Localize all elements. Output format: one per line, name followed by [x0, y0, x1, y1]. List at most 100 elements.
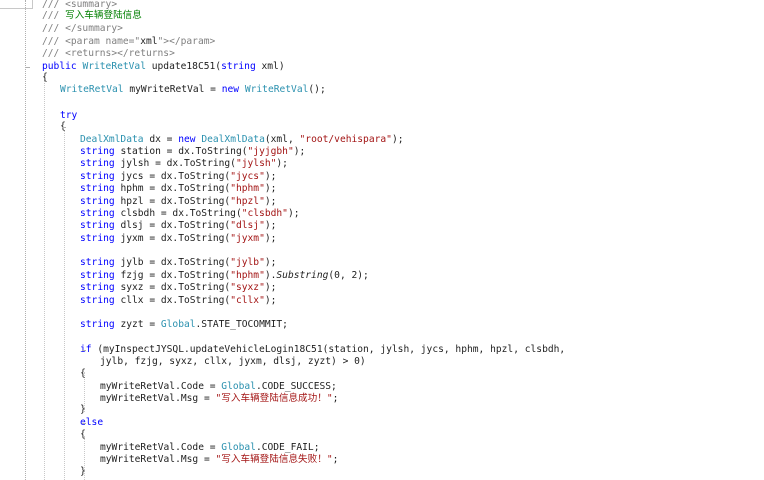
- code-line[interactable]: /// <param name="xml"></param>: [42, 36, 215, 48]
- code-line[interactable]: string jyxm = dx.ToString("jyxm");: [80, 233, 276, 245]
- code-token: myWriteRetVal.Code =: [100, 381, 222, 392]
- code-token: Global: [221, 442, 256, 453]
- code-token: myWriteRetVal.Msg =: [100, 454, 216, 465]
- code-token: "hphm": [230, 270, 265, 281]
- code-line[interactable]: string cllx = dx.ToString("cllx");: [80, 295, 276, 307]
- code-line[interactable]: /// <returns></returns>: [42, 48, 175, 60]
- code-line[interactable]: WriteRetVal myWriteRetVal = new WriteRet…: [60, 84, 326, 96]
- code-token: ///: [42, 10, 66, 21]
- code-editor[interactable]: /// <summary>/// 写入车辆登陆信息/// </summary> /…: [0, 0, 764, 480]
- code-token: clsbdh = dx.ToString(: [120, 208, 242, 219]
- code-line[interactable]: myWriteRetVal.Code = Global.CODE_FAIL;: [100, 442, 320, 454]
- code-line[interactable]: string zyzt = Global.STATE_TOCOMMIT;: [80, 319, 288, 331]
- code-line[interactable]: string dlsj = dx.ToString("dlsj");: [80, 220, 276, 232]
- code-token: .STATE_TOCOMMIT;: [195, 319, 288, 330]
- code-token: cllx = dx.ToString(: [120, 295, 231, 306]
- code-token: );: [293, 146, 306, 157]
- code-line[interactable]: {: [80, 429, 86, 441]
- code-token: myWriteRetVal.Msg =: [100, 393, 216, 404]
- code-token: WriteRetVal: [244, 84, 309, 95]
- code-line[interactable]: string syxz = dx.ToString("syxz");: [80, 282, 276, 294]
- code-token: ();: [308, 84, 326, 95]
- code-token: (myInspectJYSQL.updateVehicleLogin18C51(…: [97, 344, 566, 355]
- editor-gutter: [0, 0, 24, 480]
- code-token: (0, 2);: [328, 270, 369, 281]
- code-token: Global: [221, 381, 256, 392]
- code-token: {: [42, 72, 48, 83]
- code-token: Substring: [276, 270, 329, 281]
- code-line[interactable]: string jylsh = dx.ToString("jylsh");: [80, 158, 288, 170]
- code-token: WriteRetVal: [60, 84, 130, 95]
- code-line[interactable]: string jycs = dx.ToString("jycs");: [80, 171, 276, 183]
- code-token: string: [80, 171, 121, 182]
- code-token: {: [80, 429, 86, 440]
- code-token: 写入车辆登陆信息: [65, 10, 142, 21]
- code-token: DealXmlData: [80, 134, 150, 145]
- code-line[interactable]: string jylb = dx.ToString("jylb");: [80, 257, 276, 269]
- code-token: "></param>: [157, 36, 216, 47]
- code-token: dlsj = dx.ToString(: [120, 220, 231, 231]
- code-token: "jylb": [230, 257, 265, 268]
- code-token: );: [264, 233, 277, 244]
- code-token: ;: [332, 393, 339, 404]
- code-line[interactable]: {: [42, 72, 48, 84]
- code-token: WriteRetVal: [82, 61, 152, 72]
- code-token: );: [391, 134, 404, 145]
- code-token: jycs = dx.ToString(: [120, 171, 231, 182]
- code-token: "dlsj": [230, 220, 265, 231]
- code-token: string: [80, 158, 121, 169]
- code-token: "root/vehispara": [299, 134, 392, 145]
- code-token: "hpzl": [230, 196, 265, 207]
- code-line[interactable]: myWriteRetVal.Msg = "写入车辆登陆信息成功！";: [100, 393, 338, 405]
- code-token: new: [178, 134, 202, 145]
- code-token: zyzt =: [120, 319, 161, 330]
- code-token: string: [80, 146, 121, 157]
- code-token: ;: [332, 454, 339, 465]
- code-token: }: [80, 466, 86, 477]
- code-token: public: [42, 61, 83, 72]
- code-line[interactable]: if (myInspectJYSQL.updateVehicleLogin18C…: [80, 344, 565, 356]
- code-line[interactable]: string hpzl = dx.ToString("hpzl");: [80, 196, 276, 208]
- code-line[interactable]: }: [80, 404, 86, 416]
- code-line[interactable]: DealXmlData dx = new DealXmlData(xml, "r…: [80, 134, 404, 146]
- code-token: "jyjgbh": [247, 146, 294, 157]
- code-line[interactable]: /// </summary>: [42, 23, 123, 35]
- code-token: xml): [261, 61, 285, 72]
- code-line[interactable]: string hphm = dx.ToString("hphm");: [80, 183, 276, 195]
- fold-marker[interactable]: [82, 423, 86, 425]
- code-line[interactable]: {: [80, 368, 86, 380]
- code-line[interactable]: myWriteRetVal.Code = Global.CODE_SUCCESS…: [100, 381, 337, 393]
- fold-marker[interactable]: [26, 67, 30, 69]
- code-token: "cllx": [230, 295, 265, 306]
- code-token: string: [221, 61, 262, 72]
- code-token: ///: [42, 48, 66, 59]
- code-token: xml: [140, 36, 158, 47]
- code-token: .CODE_FAIL;: [255, 442, 320, 453]
- code-line[interactable]: public WriteRetVal update18C51(string xm…: [42, 61, 285, 73]
- code-token: DealXmlData: [201, 134, 265, 145]
- code-token: );: [287, 208, 300, 219]
- code-line[interactable]: string station = dx.ToString("jyjgbh");: [80, 146, 305, 158]
- code-token: .CODE_SUCCESS;: [255, 381, 337, 392]
- code-token: fzjg = dx.ToString(: [120, 270, 231, 281]
- code-token: string: [80, 295, 121, 306]
- code-token: myWriteRetVal.Code =: [100, 442, 222, 453]
- fold-marker[interactable]: [82, 350, 86, 352]
- code-line[interactable]: myWriteRetVal.Msg = "写入车辆登陆信息失败！";: [100, 454, 338, 466]
- text-caret-highlight: [0, 0, 33, 9]
- code-line[interactable]: string fzjg = dx.ToString("hphm").Substr…: [80, 270, 369, 282]
- code-line[interactable]: string clsbdh = dx.ToString("clsbdh");: [80, 208, 300, 220]
- code-token: try: [60, 110, 78, 121]
- code-token: string: [80, 233, 121, 244]
- code-line[interactable]: jylb, fzjg, syxz, cllx, jyxm, dlsj, zyzt…: [100, 356, 366, 368]
- code-token: string: [80, 270, 121, 281]
- code-line[interactable]: }: [80, 466, 86, 478]
- code-line[interactable]: /// 写入车辆登陆信息: [42, 10, 142, 22]
- code-token: station = dx.ToString(: [120, 146, 248, 157]
- fold-marker[interactable]: [62, 127, 66, 129]
- code-token: <param name=": [65, 36, 141, 47]
- code-token: </summary>: [65, 23, 123, 34]
- code-token: ///: [42, 23, 66, 34]
- code-token: string: [80, 208, 121, 219]
- code-token: {: [80, 368, 86, 379]
